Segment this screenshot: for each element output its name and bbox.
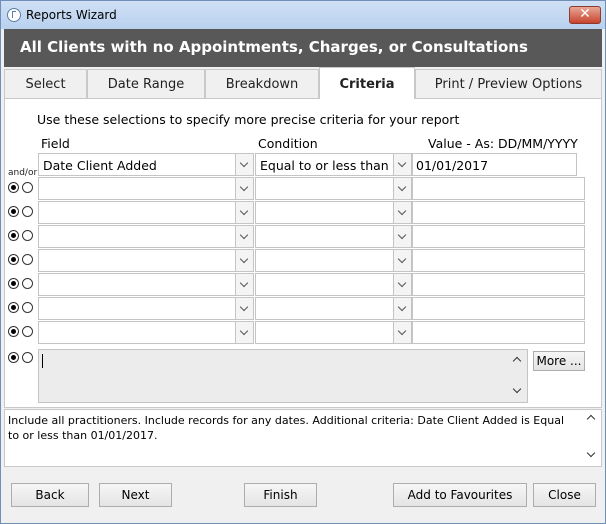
or-radio[interactable]	[22, 326, 33, 337]
chevron-down-icon[interactable]	[393, 274, 411, 295]
scroll-up-icon[interactable]	[586, 414, 596, 424]
and-radio[interactable]	[8, 302, 19, 313]
field-select[interactable]	[38, 225, 254, 248]
tab-select[interactable]: Select	[4, 69, 87, 99]
summary-scrollbar[interactable]	[584, 410, 601, 466]
chevron-down-icon[interactable]	[393, 250, 411, 271]
app-logo-icon	[7, 8, 21, 22]
condition-select[interactable]	[255, 225, 412, 248]
field-select[interactable]	[38, 177, 254, 200]
finish-button[interactable]: Finish	[244, 483, 317, 507]
criteria-instruction: Use these selections to specify more pre…	[37, 112, 460, 127]
value-input[interactable]	[412, 273, 585, 296]
window-title: Reports Wizard	[26, 8, 117, 22]
field-select[interactable]	[38, 273, 254, 296]
scroll-down-icon[interactable]	[512, 384, 522, 394]
tab-breakdown[interactable]: Breakdown	[205, 69, 319, 99]
field-select[interactable]: Date Client Added	[38, 153, 254, 176]
field-select[interactable]	[38, 321, 254, 344]
condition-select[interactable]	[255, 201, 412, 224]
chevron-down-icon[interactable]	[393, 154, 411, 175]
chevron-down-icon[interactable]	[235, 322, 253, 343]
value-input[interactable]	[412, 249, 585, 272]
wizard-tabs: Select Date Range Breakdown Criteria Pri…	[4, 67, 602, 100]
chevron-down-icon[interactable]	[235, 298, 253, 319]
or-radio[interactable]	[22, 278, 33, 289]
or-radio[interactable]	[22, 352, 33, 363]
chevron-down-icon[interactable]	[393, 202, 411, 223]
condition-select[interactable]	[255, 273, 412, 296]
chevron-down-icon[interactable]	[235, 178, 253, 199]
and-radio[interactable]	[8, 206, 19, 217]
chevron-down-icon[interactable]	[393, 322, 411, 343]
and-radio[interactable]	[8, 352, 19, 363]
and-radio[interactable]	[8, 230, 19, 241]
condition-select[interactable]	[255, 321, 412, 344]
more-button[interactable]: More ...	[533, 351, 585, 371]
window-close-button[interactable]: ✕	[569, 6, 601, 24]
summary-box: Include all practitioners. Include recor…	[4, 409, 602, 467]
field-select[interactable]	[38, 249, 254, 272]
tab-criteria[interactable]: Criteria	[319, 67, 415, 100]
chevron-down-icon[interactable]	[235, 226, 253, 247]
or-radio[interactable]	[22, 206, 33, 217]
close-button[interactable]: Close	[533, 483, 596, 507]
or-radio[interactable]	[22, 230, 33, 241]
add-to-favourites-button[interactable]: Add to Favourites	[393, 483, 527, 507]
and-radio[interactable]	[8, 278, 19, 289]
condition-select[interactable]	[255, 297, 412, 320]
chevron-down-icon[interactable]	[235, 274, 253, 295]
reports-wizard-window: Reports Wizard ✕ All Clients with no App…	[0, 0, 606, 524]
value-input[interactable]	[412, 297, 585, 320]
value-input[interactable]	[412, 201, 585, 224]
or-radio[interactable]	[22, 302, 33, 313]
condition-column-header: Condition	[258, 136, 318, 151]
condition-select[interactable]	[255, 177, 412, 200]
andor-label: and/or	[8, 168, 38, 178]
chevron-down-icon[interactable]	[393, 298, 411, 319]
and-radio[interactable]	[8, 326, 19, 337]
value-input[interactable]	[412, 225, 585, 248]
condition-select[interactable]: Equal to or less than	[255, 153, 412, 176]
chevron-down-icon[interactable]	[393, 226, 411, 247]
tab-print-preview-options[interactable]: Print / Preview Options	[415, 69, 602, 99]
extra-criteria-textarea[interactable]	[38, 349, 528, 403]
or-radio[interactable]	[22, 182, 33, 193]
chevron-down-icon[interactable]	[393, 178, 411, 199]
and-radio[interactable]	[8, 182, 19, 193]
text-caret	[42, 354, 43, 368]
summary-text: Include all practitioners. Include recor…	[8, 414, 565, 442]
value-input-text: 01/01/2017	[416, 158, 489, 173]
and-radio[interactable]	[8, 254, 19, 265]
title-bar: Reports Wizard ✕	[1, 1, 605, 29]
back-button[interactable]: Back	[11, 483, 89, 507]
report-title: All Clients with no Appointments, Charge…	[20, 38, 528, 56]
value-input[interactable]	[412, 321, 585, 344]
report-header: All Clients with no Appointments, Charge…	[4, 29, 602, 67]
or-radio[interactable]	[22, 254, 33, 265]
memo-scrollbar[interactable]	[510, 350, 527, 402]
condition-select[interactable]	[255, 249, 412, 272]
scroll-down-icon[interactable]	[586, 448, 596, 458]
field-select[interactable]	[38, 201, 254, 224]
tab-date-range[interactable]: Date Range	[87, 69, 205, 99]
value-column-header: Value - As: DD/MM/YYYY	[428, 136, 578, 151]
value-input[interactable]	[412, 177, 585, 200]
chevron-down-icon[interactable]	[235, 154, 253, 175]
field-select-value: Date Client Added	[43, 158, 157, 173]
value-input[interactable]: 01/01/2017	[412, 153, 577, 176]
next-button[interactable]: Next	[99, 483, 172, 507]
field-select[interactable]	[38, 297, 254, 320]
condition-select-value: Equal to or less than	[260, 158, 389, 173]
chevron-down-icon[interactable]	[235, 202, 253, 223]
chevron-down-icon[interactable]	[235, 250, 253, 271]
scroll-up-icon[interactable]	[512, 356, 522, 366]
field-column-header: Field	[41, 136, 70, 151]
